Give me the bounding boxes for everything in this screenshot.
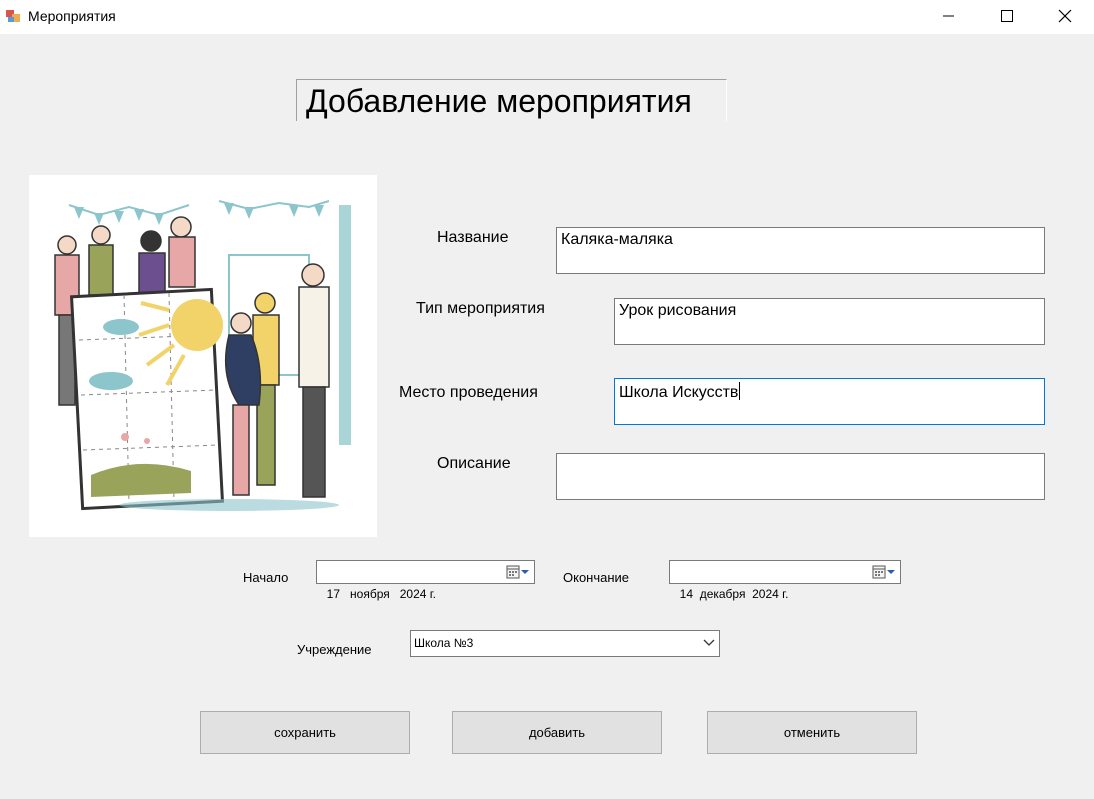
window-title: Мероприятия bbox=[28, 8, 116, 24]
people-holding-painting-icon bbox=[54, 200, 351, 511]
page-title: Добавление мероприятия bbox=[296, 79, 727, 121]
type-field[interactable]: Урок рисования bbox=[614, 298, 1045, 345]
end-label: Окончание bbox=[563, 570, 630, 585]
description-field[interactable] bbox=[556, 453, 1045, 500]
type-field-value: Урок рисования bbox=[619, 302, 737, 319]
place-label: Место проведения bbox=[399, 384, 538, 401]
institution-value: Школа №3 bbox=[414, 636, 474, 650]
close-icon bbox=[1058, 9, 1072, 23]
institution-combobox[interactable]: Школа №3 bbox=[410, 630, 720, 657]
start-label: Начало bbox=[243, 570, 289, 585]
event-illustration bbox=[29, 175, 377, 537]
start-date-picker[interactable]: 17 ноября 2024 г. bbox=[316, 560, 535, 601]
description-label: Описание bbox=[437, 455, 511, 472]
save-button[interactable]: сохранить bbox=[200, 711, 410, 754]
name-field[interactable]: Каляка-маляка bbox=[556, 227, 1045, 274]
place-field[interactable]: Школа Искусств bbox=[614, 378, 1045, 425]
add-button[interactable]: добавить bbox=[452, 711, 662, 754]
place-field-value: Школа Искусств bbox=[619, 384, 739, 401]
cancel-button[interactable]: отменить bbox=[707, 711, 917, 754]
minimize-icon bbox=[943, 15, 954, 17]
type-label: Тип мероприятия bbox=[416, 300, 545, 317]
maximize-button[interactable] bbox=[978, 0, 1036, 32]
text-caret bbox=[739, 382, 741, 400]
end-date-value: 14 декабря 2024 г. bbox=[679, 587, 789, 601]
end-date-picker[interactable]: 14 декабря 2024 г. bbox=[669, 560, 901, 601]
calendar-dropdown-icon[interactable] bbox=[872, 564, 898, 580]
institution-label: Учреждение bbox=[297, 642, 372, 657]
name-label: Название bbox=[437, 229, 509, 246]
maximize-icon bbox=[1001, 10, 1013, 22]
app-icon bbox=[6, 10, 20, 22]
close-button[interactable] bbox=[1036, 0, 1094, 32]
name-field-value: Каляка-маляка bbox=[561, 231, 673, 248]
minimize-button[interactable] bbox=[920, 0, 978, 32]
window-titlebar: Мероприятия bbox=[0, 0, 1094, 34]
start-date-value: 17 ноября 2024 г. bbox=[326, 587, 437, 601]
chevron-down-icon[interactable] bbox=[703, 639, 715, 647]
calendar-dropdown-icon[interactable] bbox=[506, 564, 532, 580]
